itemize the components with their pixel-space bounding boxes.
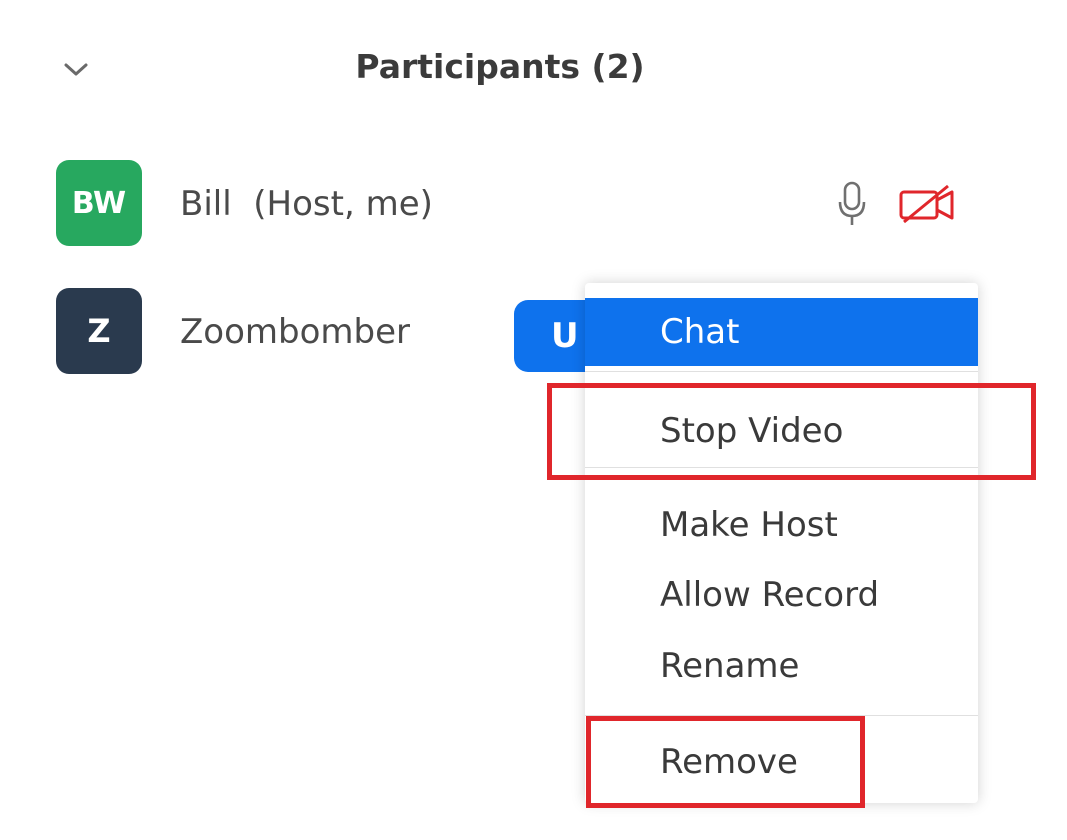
menu-item-stop-video[interactable]: Stop Video: [585, 401, 978, 461]
microphone-icon[interactable]: [836, 180, 868, 228]
menu-divider: [585, 467, 978, 468]
menu-item-allow-record[interactable]: Allow Record: [585, 565, 978, 625]
participant-row[interactable]: BW Bill (Host, me): [0, 160, 1067, 250]
menu-item-rename[interactable]: Rename: [585, 636, 978, 696]
participants-panel: Participants (2) BW Bill (Host, me) Z Zo…: [0, 0, 1067, 840]
chevron-down-icon: [64, 63, 88, 76]
collapse-panel-button[interactable]: [56, 50, 96, 90]
panel-title: Participants (2): [355, 47, 645, 86]
menu-divider: [585, 715, 978, 716]
video-off-icon[interactable]: [898, 184, 956, 224]
menu-item-chat[interactable]: Chat: [585, 298, 978, 366]
participant-name: Bill (Host, me): [180, 184, 433, 224]
menu-item-make-host[interactable]: Make Host: [585, 495, 978, 555]
avatar: BW: [56, 160, 142, 246]
menu-item-remove[interactable]: Remove: [585, 732, 978, 792]
menu-divider: [585, 371, 978, 372]
participant-name: Zoombomber: [180, 312, 410, 352]
participant-context-menu: Chat Stop Video Make Host Allow Record R…: [585, 283, 978, 803]
avatar: Z: [56, 288, 142, 374]
